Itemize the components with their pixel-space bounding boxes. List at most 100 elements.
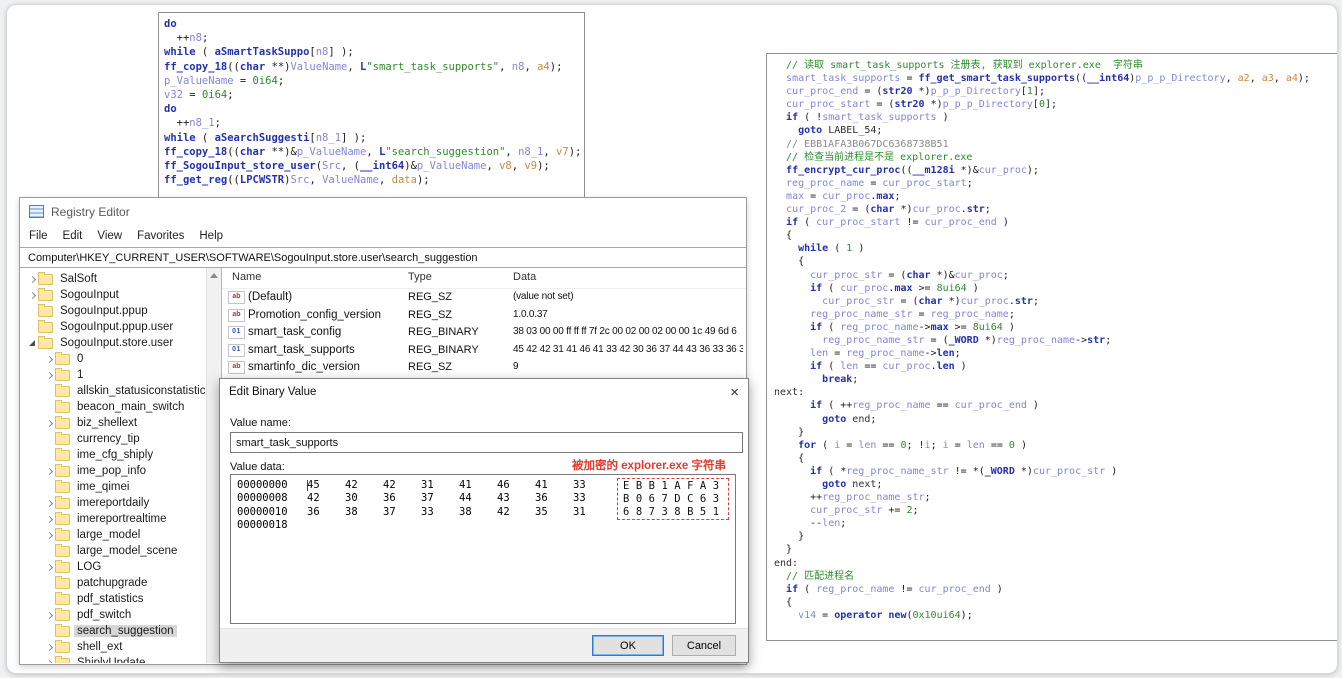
hex-byte: 46 — [497, 479, 510, 491]
value-row-(Default)[interactable]: ab (Default) REG_SZ (value not set) — [222, 289, 746, 307]
hex-byte: 30 — [345, 492, 358, 505]
hex-byte: 45 — [307, 479, 320, 491]
hex-byte: 38 — [459, 505, 472, 518]
tree-item-label: biz_shellext — [77, 417, 138, 429]
tree-item-shell_ext[interactable]: shell_ext — [20, 639, 206, 655]
tree-item-ShiplyUpdate[interactable]: ShiplyUpdate — [20, 655, 206, 663]
tree-item-label: SogouInput.store.user — [60, 337, 174, 349]
code-line: ff_copy_18((char **)ValueName, L"smart_t… — [164, 60, 563, 73]
menu-favorites[interactable]: Favorites — [137, 230, 184, 242]
code-line: ff_SogouInput_store_user(Src, (__int64)&… — [164, 160, 550, 173]
tree-item-allskin_statusiconstatistics[interactable]: allskin_statusiconstatistics — [20, 383, 206, 399]
tree-item-SogouInput.ppup.user[interactable]: SogouInput.ppup.user — [20, 319, 206, 335]
value-row-Promotion_config_version[interactable]: ab Promotion_config_version REG_SZ 1.0.0.37 — [222, 307, 746, 325]
code-line: cur_proc_str += 2; — [810, 505, 919, 517]
value-row-smart_task_supports[interactable]: 01 smart_task_supports REG_BINARY 45 42 42 … — [222, 342, 746, 360]
folder-icon — [55, 639, 70, 653]
column-header-type[interactable]: Type — [408, 271, 432, 283]
chevron-collapsed-icon[interactable] — [43, 515, 55, 523]
ok-button[interactable]: OK — [592, 635, 664, 656]
code-line: do — [164, 18, 177, 30]
hex-row-00000018: 00000018 — [237, 519, 735, 532]
dialog-footer: OK Cancel — [220, 628, 748, 662]
tree-item-pdf_switch[interactable]: pdf_switch — [20, 607, 206, 623]
tree-item-imereportdaily[interactable]: imereportdaily — [20, 495, 206, 511]
tree-item-SogouInput.ppup[interactable]: SogouInput.ppup — [20, 303, 206, 319]
scroll-up-icon[interactable] — [210, 273, 218, 278]
menu-edit[interactable]: Edit — [63, 230, 83, 242]
address-bar[interactable]: Computer\HKEY_CURRENT_USER\SOFTWARE\Sogo… — [20, 247, 746, 268]
code-line: reg_proc_name_str = (_WORD *)reg_proc_na… — [822, 334, 1112, 346]
chevron-collapsed-icon[interactable] — [43, 371, 55, 379]
folder-icon — [55, 463, 70, 477]
folder-icon — [38, 303, 53, 317]
column-header-data[interactable]: Data — [513, 271, 536, 283]
code-line: // 检查当前进程是不是 explorer.exe — [774, 151, 973, 163]
tree-item-SogouInput.store.user[interactable]: SogouInput.store.user — [20, 335, 206, 351]
value-data: 1.0.0.37 — [513, 308, 548, 320]
chevron-collapsed-icon[interactable] — [43, 643, 55, 651]
code-line: ff_copy_18((char **)&p_ValueName, L"sear… — [164, 145, 582, 158]
tree-item-ime_qimei[interactable]: ime_qimei — [20, 479, 206, 495]
value-type: REG_SZ — [408, 291, 453, 303]
ascii-text: 68738B51 — [623, 506, 726, 518]
code-line: goto end; — [822, 413, 877, 425]
chevron-collapsed-icon[interactable] — [43, 467, 55, 475]
tree-item-label: SogouInput.ppup — [60, 305, 148, 317]
chevron-collapsed-icon[interactable] — [43, 563, 55, 571]
tree-item-label: patchupgrade — [77, 577, 148, 589]
value-name-input[interactable]: smart_task_supports — [230, 432, 743, 453]
ascii-text: B067DC63 — [623, 493, 726, 505]
value-row-smartinfo_dic_version[interactable]: ab smartinfo_dic_version REG_SZ 9 — [222, 359, 746, 377]
tree-item-1[interactable]: 1 — [20, 367, 206, 383]
tree-item-imereportrealtime[interactable]: imereportrealtime — [20, 511, 206, 527]
chevron-collapsed-icon[interactable] — [43, 499, 55, 507]
tree-item-pdf_statistics[interactable]: pdf_statistics — [20, 591, 206, 607]
chevron-collapsed-icon[interactable] — [43, 355, 55, 363]
tree-item-beacon_main_switch[interactable]: beacon_main_switch — [20, 399, 206, 415]
column-header-name[interactable]: Name — [232, 271, 261, 283]
tree-item-ime_cfg_shiply[interactable]: ime_cfg_shiply — [20, 447, 206, 463]
chevron-collapsed-icon[interactable] — [43, 611, 55, 619]
tree-item-biz_shellext[interactable]: biz_shellext — [20, 415, 206, 431]
folder-icon — [55, 447, 70, 461]
tree-item-patchupgrade[interactable]: patchupgrade — [20, 575, 206, 591]
code-line: while ( aSearchSuggesti[n8_1] ); — [164, 131, 367, 144]
close-icon[interactable]: × — [730, 385, 739, 400]
chevron-collapsed-icon[interactable] — [26, 275, 38, 283]
folder-icon — [55, 351, 70, 365]
tree-item-large_model[interactable]: large_model — [20, 527, 206, 543]
value-data-hex-editor[interactable]: 00000000 45 42 42 31 41 46 41 33 00000008 42 30 36 37… — [230, 474, 736, 624]
tree-item-SogouInput[interactable]: SogouInput — [20, 287, 206, 303]
value-name: Promotion_config_version — [248, 308, 381, 321]
chevron-collapsed-icon[interactable] — [43, 659, 55, 663]
menu-file[interactable]: File — [29, 230, 48, 242]
values-header: Name Type Data — [222, 268, 746, 289]
tree-item-0[interactable]: 0 — [20, 351, 206, 367]
chevron-collapsed-icon[interactable] — [43, 419, 55, 427]
tree-item-large_model_scene[interactable]: large_model_scene — [20, 543, 206, 559]
chevron-expanded-icon[interactable] — [26, 340, 38, 346]
code-line: if ( ++reg_proc_name == cur_proc_end ) — [810, 400, 1039, 412]
value-type: REG_SZ — [408, 308, 453, 321]
code-line: next: — [774, 387, 805, 399]
hex-byte: 33 — [573, 492, 586, 505]
chevron-collapsed-icon[interactable] — [43, 531, 55, 539]
tree-item-label: imereportdaily — [77, 497, 150, 509]
folder-icon — [55, 495, 70, 509]
value-row-smart_task_config[interactable]: 01 smart_task_config REG_BINARY 38 03 00 00… — [222, 324, 746, 342]
string-value-icon: ab — [228, 361, 245, 374]
hex-byte: 35 — [535, 505, 548, 518]
tree-item-currency_tip[interactable]: currency_tip — [20, 431, 206, 447]
tree-item-LOG[interactable]: LOG — [20, 559, 206, 575]
hex-byte: 36 — [535, 492, 548, 505]
menu-view[interactable]: View — [97, 230, 122, 242]
menu-bar: File Edit View Favorites Help — [20, 225, 746, 247]
tree-item-SalSoft[interactable]: SalSoft — [20, 271, 206, 287]
tree-item-search_suggestion[interactable]: search_suggestion — [20, 623, 206, 639]
cancel-button[interactable]: Cancel — [672, 635, 736, 656]
code-line: max = cur_proc.max; — [786, 190, 901, 202]
tree-item-ime_pop_info[interactable]: ime_pop_info — [20, 463, 206, 479]
chevron-collapsed-icon[interactable] — [26, 291, 38, 299]
menu-help[interactable]: Help — [199, 230, 223, 242]
